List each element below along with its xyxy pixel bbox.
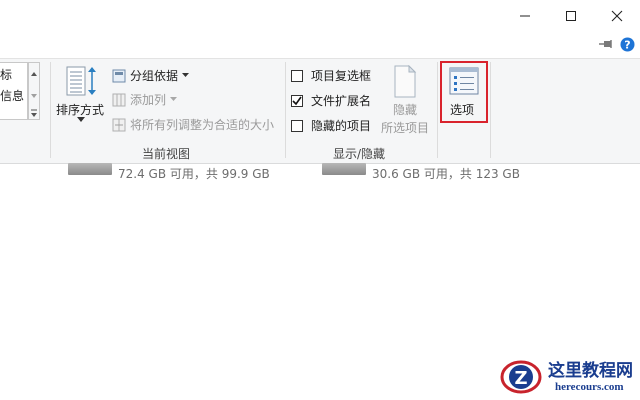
add-column-dropdown-icon: [170, 97, 178, 101]
watermark-logo-icon: Z: [500, 360, 542, 394]
group-by-icon: [112, 69, 126, 82]
ribbon-separator: [50, 62, 51, 158]
watermark-logo-letter: Z: [514, 368, 527, 389]
item-checkbox-box[interactable]: [291, 69, 303, 82]
hide-selected-label-2: 所选项目: [381, 121, 430, 135]
drive-space-text: 30.6 GB 可用，共 123 GB: [372, 167, 520, 181]
maximize-button[interactable]: [548, 0, 594, 32]
minimize-icon: [520, 15, 530, 17]
fit-columns-button[interactable]: 将所有列调整为合适的大小: [112, 116, 274, 133]
hidden-items-toggle[interactable]: 隐藏的项目: [291, 118, 371, 133]
add-column-button[interactable]: 添加列: [112, 91, 178, 108]
fit-columns-label: 将所有列调整为合适的大小: [130, 118, 275, 132]
hidden-items-label: 隐藏的项目: [311, 119, 372, 133]
file-extension-label: 文件扩展名: [311, 94, 372, 108]
ribbon-separator: [285, 62, 286, 158]
layout-gallery-scroller[interactable]: [28, 62, 40, 120]
drive-icon[interactable]: [322, 163, 366, 175]
fit-columns-icon: [112, 118, 126, 131]
minimize-button[interactable]: [502, 0, 548, 32]
ribbon-tab-strip: [0, 32, 640, 58]
layout-item-1[interactable]: 标: [0, 66, 12, 83]
group-by-button[interactable]: 分组依据: [112, 67, 190, 84]
watermark-english: herecours.com: [555, 381, 624, 393]
add-column-icon: [112, 93, 126, 106]
drive-space-text: 72.4 GB 可用，共 99.9 GB: [118, 167, 270, 181]
ribbon-separator: [490, 62, 491, 158]
hide-selected-icon: [394, 65, 417, 98]
sort-by-label: 排序方式: [56, 103, 105, 117]
group-by-label: 分组依据: [130, 69, 179, 83]
pin-icon[interactable]: [598, 37, 614, 51]
watermark-logo: Z: [500, 357, 542, 395]
sort-dropdown-icon: [77, 117, 85, 122]
layout-item-2[interactable]: 信息: [0, 87, 24, 104]
checkmark-icon: [292, 96, 302, 105]
hide-selected-button[interactable]: 隐藏 所选项目: [378, 63, 432, 135]
add-column-label: 添加列: [130, 93, 167, 107]
drive-icon[interactable]: [68, 163, 112, 175]
file-extension-toggle[interactable]: 文件扩展名: [291, 93, 371, 108]
hidden-items-checkbox[interactable]: [291, 119, 303, 132]
hide-selected-label-1: 隐藏: [393, 103, 418, 117]
maximize-icon: [566, 11, 576, 21]
item-checkbox-label: 项目复选框: [311, 69, 372, 83]
layout-gallery[interactable]: 标 信息: [0, 62, 28, 120]
help-icon[interactable]: ?: [620, 37, 635, 52]
close-button[interactable]: [594, 0, 640, 32]
svg-text:?: ?: [624, 39, 630, 52]
gallery-scroll-arrows-icon: [31, 72, 37, 117]
options-highlight-frame: [440, 61, 488, 123]
file-extension-checkbox[interactable]: [291, 94, 303, 107]
ribbon-separator: [437, 62, 438, 158]
close-icon: [611, 10, 623, 22]
show-hide-group-label: 显示/隐藏: [333, 147, 386, 161]
current-view-group-label: 当前视图: [142, 147, 191, 161]
watermark-chinese: 这里教程网: [548, 361, 633, 381]
group-by-dropdown-icon: [182, 73, 190, 77]
item-checkbox-toggle[interactable]: 项目复选框: [291, 68, 371, 83]
sort-by-icon: [66, 66, 96, 96]
sort-by-button[interactable]: 排序方式: [56, 63, 106, 125]
